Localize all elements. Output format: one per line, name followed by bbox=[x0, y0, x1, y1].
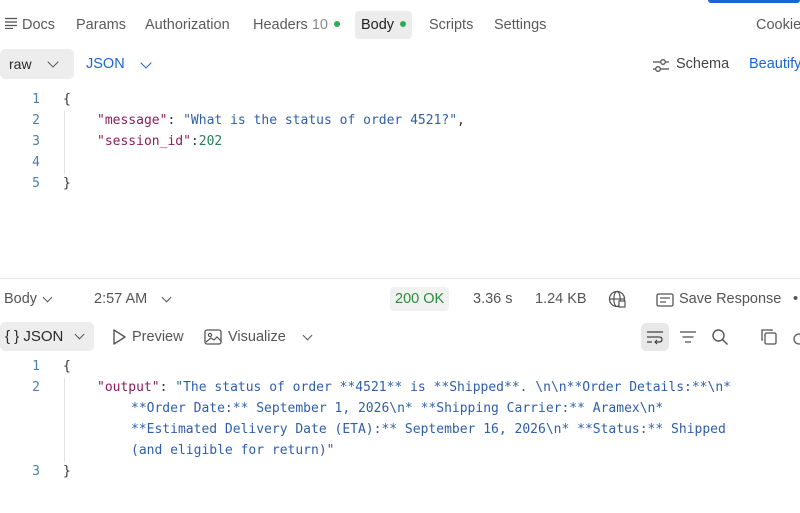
chevron-down-icon bbox=[161, 292, 172, 303]
image-icon bbox=[204, 329, 222, 345]
indent-guide bbox=[64, 378, 65, 462]
language-label: JSON bbox=[86, 56, 125, 72]
chevron-down-icon bbox=[47, 56, 59, 68]
line-number: 1 bbox=[32, 359, 40, 374]
pane-divider[interactable] bbox=[0, 278, 800, 279]
schema-button[interactable]: Schema bbox=[676, 56, 729, 72]
line-number: 3 bbox=[32, 134, 40, 149]
globe-icon[interactable] bbox=[608, 290, 626, 308]
close-brace: } bbox=[63, 464, 71, 479]
line-number: 5 bbox=[32, 176, 40, 191]
response-format-select[interactable]: { } JSON bbox=[0, 322, 94, 351]
body-type-select[interactable]: raw bbox=[0, 49, 74, 79]
response-format-label: { } JSON bbox=[5, 328, 64, 345]
wrap-lines-button[interactable] bbox=[641, 323, 669, 351]
tab-settings[interactable]: Settings bbox=[494, 15, 546, 35]
chevron-down-icon bbox=[42, 292, 53, 303]
request-tab-bar: Docs Params Authorization Headers 10 Body… bbox=[0, 0, 800, 46]
tab-docs[interactable]: Docs bbox=[22, 15, 55, 35]
json-string-wrap: (and eligible for return)" bbox=[131, 443, 335, 458]
language-select[interactable]: JSON bbox=[86, 56, 125, 72]
body-dot bbox=[400, 21, 407, 28]
wrap-icon bbox=[647, 331, 663, 345]
json-string-wrap: **Estimated Delivery Date (ETA):** Septe… bbox=[131, 422, 726, 437]
indent-guide bbox=[64, 111, 65, 174]
code-line: "session_id":202 bbox=[97, 134, 223, 149]
tab-scripts[interactable]: Scripts bbox=[429, 15, 473, 35]
json-number: 202 bbox=[198, 134, 223, 149]
headers-dot bbox=[333, 21, 340, 28]
filter-icon[interactable] bbox=[679, 328, 697, 346]
code-line: "message": "What is the status of order … bbox=[97, 113, 465, 128]
line-number: 3 bbox=[32, 464, 40, 479]
active-indicator bbox=[708, 0, 800, 3]
request-body-editor[interactable]: 1 2 3 4 5 { "message": "What is the stat… bbox=[0, 88, 800, 278]
headers-count: 10 bbox=[311, 17, 328, 33]
response-section-select[interactable]: Body bbox=[4, 291, 37, 307]
json-key: "output" bbox=[97, 380, 160, 395]
close-brace: } bbox=[63, 176, 71, 191]
tab-cookies[interactable]: Cookies bbox=[756, 15, 800, 35]
line-number: 2 bbox=[32, 113, 40, 128]
response-time-select[interactable]: 2:57 AM bbox=[94, 291, 147, 307]
chevron-down-icon bbox=[140, 57, 152, 69]
tab-headers-label: Headers bbox=[253, 17, 308, 33]
response-size[interactable]: 1.24 KB bbox=[535, 291, 587, 307]
response-time-label: 2:57 AM bbox=[94, 291, 148, 307]
request-body-toolbar: raw JSON Schema Beautify bbox=[0, 46, 800, 84]
json-key: "message" bbox=[97, 113, 168, 128]
chevron-down-icon[interactable] bbox=[302, 330, 313, 341]
play-icon bbox=[113, 329, 126, 345]
response-duration[interactable]: 3.36 s bbox=[473, 291, 513, 307]
tab-body[interactable]: Body bbox=[355, 11, 413, 39]
open-brace: { bbox=[63, 92, 71, 107]
json-string: "The status of order **4521** is **Shipp… bbox=[175, 380, 731, 395]
json-key: "session_id" bbox=[97, 134, 191, 149]
schema-icon bbox=[653, 59, 669, 72]
chevron-down-icon bbox=[74, 329, 85, 340]
json-string-wrap: **Order Date:** September 1, 2026\n* **S… bbox=[131, 401, 664, 416]
save-icon bbox=[656, 293, 674, 307]
line-number: 1 bbox=[32, 92, 40, 107]
json-string: "What is the status of order 4521?" bbox=[183, 113, 458, 128]
beautify-button[interactable]: Beautify bbox=[749, 56, 800, 72]
tab-params[interactable]: Params bbox=[76, 15, 126, 35]
open-brace: { bbox=[63, 359, 71, 374]
search-icon[interactable] bbox=[711, 328, 729, 346]
code-line: "output": "The status of order **4521** … bbox=[97, 380, 731, 395]
tab-authorization[interactable]: Authorization bbox=[145, 15, 230, 35]
preview-button[interactable]: Preview bbox=[132, 329, 184, 345]
line-number: 2 bbox=[32, 380, 40, 395]
response-status-bar: Body 2:57 AM 200 OK 3.36 s 1.24 KB Save … bbox=[0, 285, 800, 313]
copy-icon[interactable] bbox=[760, 328, 778, 346]
status-badge[interactable]: 200 OK bbox=[390, 287, 450, 311]
tab-headers[interactable]: Headers 10 bbox=[253, 15, 340, 35]
more-dot: • bbox=[793, 291, 799, 307]
visualize-button[interactable]: Visualize bbox=[228, 329, 286, 345]
line-number: 4 bbox=[32, 155, 40, 170]
response-body-viewer[interactable]: 1 2 3 { "output": "The status of order *… bbox=[0, 355, 800, 513]
link-icon[interactable] bbox=[792, 328, 800, 346]
response-toolbar: { } JSON Preview Visualize bbox=[0, 322, 800, 352]
docs-icon bbox=[5, 17, 17, 29]
save-response-button[interactable]: Save Response bbox=[679, 291, 781, 307]
response-section-label: Body bbox=[4, 291, 38, 307]
tab-body-label: Body bbox=[361, 17, 395, 33]
body-type-label: raw bbox=[9, 56, 32, 72]
